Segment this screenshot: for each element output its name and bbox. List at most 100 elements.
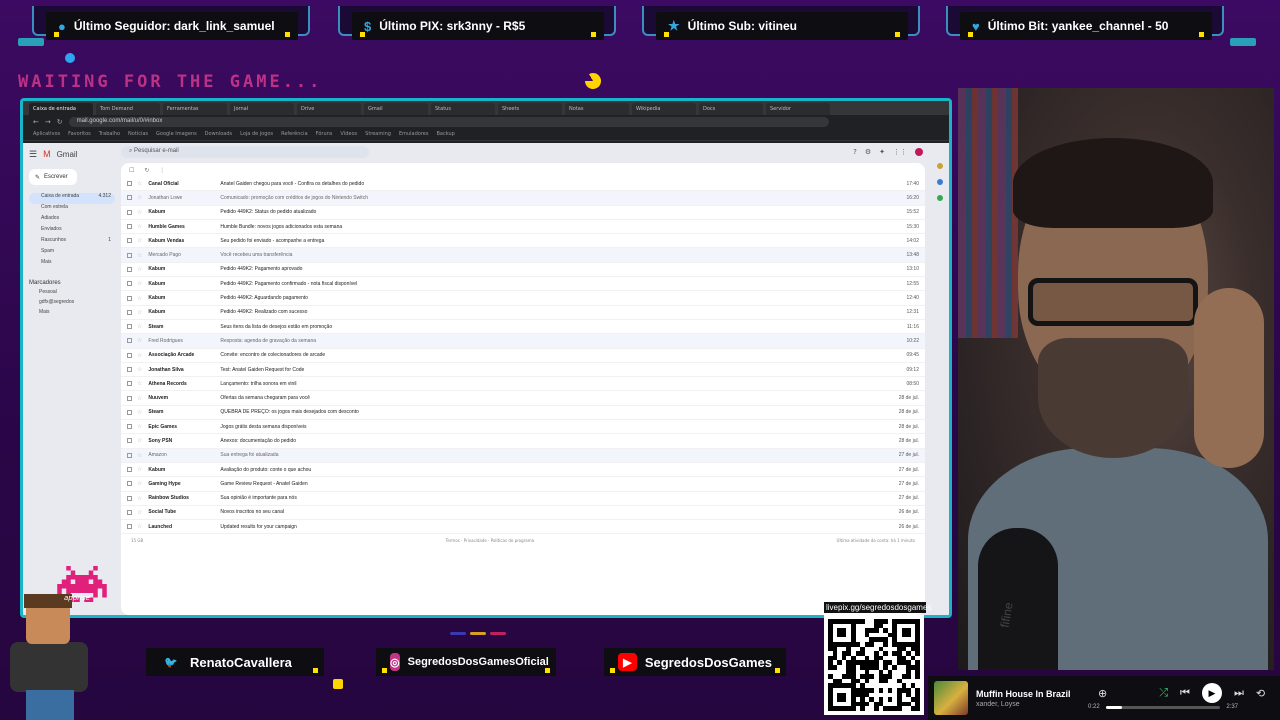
nav-item[interactable]: Caixa de entrada 4.312 [29,193,115,204]
table-row[interactable]: ☆ Steam QUEBRA DE PREÇO: os jogos mais des… [121,406,925,421]
table-row[interactable]: ☆ Kabum Pedido 449K2: Aguardando pagamento… [121,291,925,306]
row-checkbox[interactable] [127,252,132,258]
browser-tab[interactable]: Tom Demand [96,103,160,115]
tasks-icon[interactable] [937,179,943,185]
star-icon[interactable]: ☆ [137,180,142,187]
star-icon[interactable]: ☆ [137,295,142,302]
table-row[interactable]: ☆ Kabum Vendas Seu pedido foi enviado - ac… [121,234,925,249]
browser-tab[interactable]: Ferramentas [163,103,227,115]
back-icon[interactable]: ← [33,118,39,126]
table-row[interactable]: ☆ Fred Rodrigues Resposta: agenda de grava… [121,334,925,349]
table-row[interactable]: ☆ Sony PSN Anexos: documentação do pedido 2… [121,434,925,449]
star-icon[interactable]: ☆ [137,323,142,330]
table-row[interactable]: ☆ Canal Oficial Anatel Gaiden chegou para … [121,177,925,192]
nav-item[interactable]: Spam [29,248,115,259]
row-checkbox[interactable] [127,324,132,330]
table-row[interactable]: ☆ Mercado Pago Você recebeu uma transferên… [121,248,925,263]
bookmark-item[interactable]: Google Imagens [156,131,197,138]
browser-tab[interactable]: Status [431,103,495,115]
star-icon[interactable]: ☆ [137,223,142,230]
play-button[interactable]: ▶ [1201,683,1222,703]
bookmark-item[interactable]: Loja de jogos [240,131,273,138]
youtube-handle[interactable]: ▶ SegredosDosGames [604,648,786,676]
table-row[interactable]: ☆ Kabum Pedido 449K2: Pagamento aprovado 13… [121,263,925,278]
contacts-icon[interactable] [937,195,943,201]
star-icon[interactable]: ☆ [137,366,142,373]
label-item[interactable]: Mais [29,309,115,319]
bookmark-item[interactable]: Notícias [128,131,148,138]
table-row[interactable]: ☆ Kabum Avaliação do produto: conte o que … [121,463,925,478]
star-icon[interactable]: ☆ [137,352,142,359]
calendar-icon[interactable] [937,163,943,169]
table-row[interactable]: ☆ Nuuvem Ofertas da semana chegaram para v… [121,391,925,406]
star-icon[interactable]: ☆ [137,409,142,416]
menu-icon[interactable]: ☰ [29,149,37,160]
bookmark-item[interactable]: Vídeos [340,131,357,138]
table-row[interactable]: ☆ Gaming Hype Game Review Request - Anatel… [121,477,925,492]
table-row[interactable]: ☆ Kabum Pedido 449K2: Pagamento confirmado… [121,277,925,292]
star-icon[interactable]: ☆ [137,452,142,459]
row-checkbox[interactable] [127,281,132,287]
next-icon[interactable]: ⏭ [1234,687,1244,700]
forward-icon[interactable]: → [45,118,51,126]
row-checkbox[interactable] [127,409,132,415]
nav-item[interactable]: Rascunhos 1 [29,237,115,248]
row-checkbox[interactable] [127,524,132,530]
table-row[interactable]: ☆ Kabum Pedido 449K2: Realizado com sucess… [121,306,925,320]
table-row[interactable]: ☆ Rainbow Studios Sua opinião é importante… [121,492,925,506]
table-row[interactable]: ☆ Launched Updated results for your campai… [121,520,925,535]
row-checkbox[interactable] [127,367,132,372]
row-checkbox[interactable] [127,295,132,301]
bookmark-item[interactable]: Downloads [205,131,232,138]
twitter-handle[interactable]: 🐦 RenatoCavallera [146,648,324,676]
browser-tab[interactable]: Wikipedia [632,103,696,115]
nav-item[interactable]: Enviados [29,226,115,237]
star-icon[interactable]: ☆ [137,309,142,316]
star-icon[interactable]: ☆ [137,209,142,216]
progress-bar[interactable] [1105,705,1221,709]
repeat-icon[interactable]: ⟲ [1256,687,1265,700]
qr-code[interactable] [824,615,924,715]
bookmark-item[interactable]: Emuladores [399,131,429,138]
row-checkbox[interactable] [127,395,132,401]
star-icon[interactable]: ☆ [137,480,142,487]
row-checkbox[interactable] [127,509,132,515]
row-checkbox[interactable] [127,452,132,458]
table-row[interactable]: ☆ Epic Games Jogos grátis desta semana dis… [121,420,925,435]
nav-item[interactable]: Adiados [29,215,115,226]
add-icon[interactable]: ⊕ [1098,687,1107,700]
row-checkbox[interactable] [127,467,132,473]
star-icon[interactable]: ☆ [137,437,142,444]
star-icon[interactable]: ☆ [137,466,142,473]
star-icon[interactable]: ☆ [137,266,142,273]
row-checkbox[interactable] [127,481,132,487]
row-checkbox[interactable] [127,352,132,358]
star-icon[interactable]: ☆ [137,423,142,430]
table-row[interactable]: ☆ Athena Records Lançamento: trilha sonora… [121,377,925,392]
star-icon[interactable]: ☆ [137,237,142,244]
row-checkbox[interactable] [127,238,132,244]
bookmark-item[interactable]: Streaming [365,131,391,138]
previous-icon[interactable]: ⏮ [1180,687,1190,700]
reload-icon[interactable]: ↻ [57,118,63,126]
browser-tab[interactable]: Drive [297,103,361,115]
star-icon[interactable]: ☆ [137,194,142,201]
row-checkbox[interactable] [127,181,132,187]
row-checkbox[interactable] [127,424,132,430]
bookmark-item[interactable]: Favoritos [68,131,91,138]
help-icon[interactable]: ? [853,148,857,156]
gemini-icon[interactable]: ✦ [879,148,885,156]
star-icon[interactable]: ☆ [137,337,142,344]
table-row[interactable]: ☆ Jonathan Silva Test: Anatel Gaiden Reque… [121,363,925,378]
bookmark-item[interactable]: Fóruns [316,131,333,138]
star-icon[interactable]: ☆ [137,523,142,530]
row-checkbox[interactable] [127,266,132,272]
shuffle-icon[interactable]: ⤮ [1159,687,1168,700]
star-icon[interactable]: ☆ [137,509,142,516]
nav-item[interactable]: Com estrela [29,204,115,215]
browser-tab[interactable]: Sheets [498,103,562,115]
footer-links[interactable]: Termos · Privacidade · Políticas do prog… [446,538,534,543]
more-icon[interactable]: ⋮ [159,167,165,174]
browser-tab[interactable]: Gmail [364,103,428,115]
table-row[interactable]: ☆ Amazon Sua entrega foi atualizada 27 de j… [121,448,925,463]
